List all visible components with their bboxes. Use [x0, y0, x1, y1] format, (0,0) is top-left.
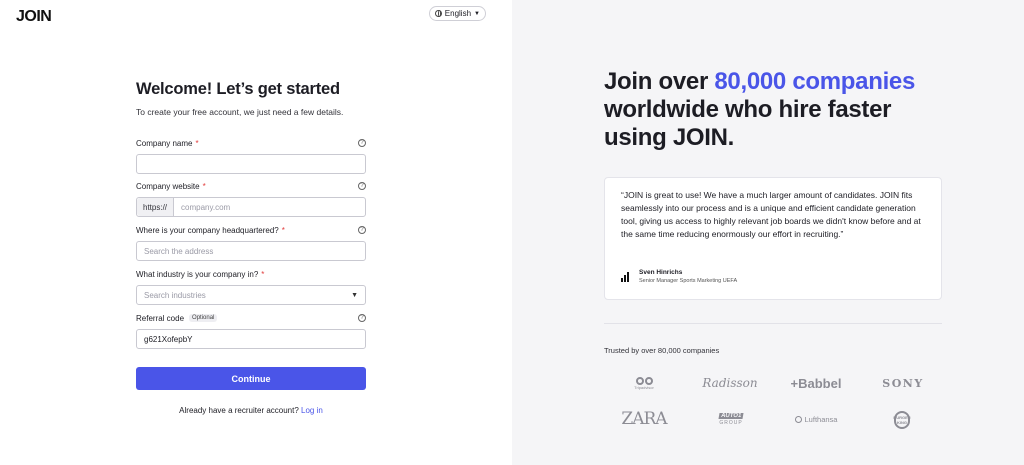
tripadvisor-text: Tripadvisor: [634, 384, 654, 390]
headline-text: Join over: [604, 68, 715, 95]
trusted-label: Trusted by over 80,000 companies: [604, 346, 720, 355]
auto1-group-text: GROUP: [719, 419, 743, 426]
website-placeholder: company.com: [181, 202, 231, 212]
language-selector[interactable]: English ▼: [429, 6, 486, 21]
testimonial-card: “JOIN is great to use! We have a much la…: [604, 177, 942, 300]
company-website-label: Company website: [136, 181, 200, 191]
divider: [604, 323, 942, 324]
company-website-input[interactable]: https:// company.com: [136, 197, 366, 217]
signup-panel: JOIN English ▼ Welcome! Let’s get starte…: [0, 0, 512, 465]
headquarters-label: Where is your company headquartered?: [136, 225, 279, 235]
help-icon[interactable]: ?: [358, 182, 366, 190]
lufthansa-text: Lufthansa: [804, 414, 838, 424]
login-prompt: Already have a recruiter account? Log in: [136, 406, 366, 415]
author-role: Senior Manager Sports Marketing UEFA: [639, 278, 738, 284]
globe-icon: [435, 10, 442, 17]
babbel-logo: +Babbel: [790, 375, 842, 391]
headline-text-end: worldwide who hire faster using JOIN.: [604, 96, 892, 151]
auto1-logo: AUTO1 GROUP: [714, 408, 748, 430]
tripadvisor-logo: Tripadvisor: [628, 372, 660, 394]
referral-field: Referral code Optional ? g621XofepbY: [136, 313, 366, 349]
industry-field: What industry is your company in? * Sear…: [136, 269, 366, 305]
continue-button[interactable]: Continue: [136, 367, 366, 390]
author-name: Sven Hinrichs: [639, 269, 683, 276]
company-name-input[interactable]: [136, 154, 366, 174]
login-prompt-text: Already have a recruiter account?: [179, 406, 299, 415]
language-label: English: [444, 9, 472, 18]
bk-text-bottom: KING: [897, 420, 907, 425]
crane-icon: [794, 415, 802, 423]
url-prefix: https://: [137, 198, 175, 216]
burger-king-logo: BURGER KING: [890, 408, 914, 432]
referral-code-input[interactable]: g621XofepbY: [136, 329, 366, 349]
help-icon[interactable]: ?: [358, 314, 366, 322]
page-title: Welcome! Let’s get started: [136, 80, 340, 98]
radisson-logo: Radisson: [702, 376, 758, 390]
signup-form-header: Welcome! Let’s get started To create you…: [136, 80, 366, 117]
headline-highlight: 80,000 companies: [714, 68, 916, 95]
headquarters-field: Where is your company headquartered? * ?…: [136, 225, 366, 261]
auto1-text: AUTO1: [718, 412, 744, 419]
testimonial-quote: “JOIN is great to use! We have a much la…: [621, 190, 921, 239]
required-mark: *: [195, 138, 199, 148]
required-mark: *: [261, 269, 265, 279]
page-subtitle: To create your free account, we just nee…: [136, 107, 344, 117]
help-icon[interactable]: ?: [358, 226, 366, 234]
caret-down-icon: ▼: [474, 10, 480, 17]
promo-headline: Join over 80,000 companies worldwide who…: [604, 68, 944, 152]
login-link[interactable]: Log in: [301, 406, 323, 415]
join-logo[interactable]: JOIN: [16, 8, 52, 26]
help-icon[interactable]: ?: [358, 139, 366, 147]
industry-label: What industry is your company in?: [136, 269, 259, 279]
sony-logo: SONY: [882, 376, 924, 390]
company-name-label: Company name: [136, 138, 193, 148]
required-mark: *: [202, 181, 206, 191]
lufthansa-logo: Lufthansa: [786, 410, 846, 428]
company-website-field: Company website * ? https:// company.com: [136, 181, 366, 217]
required-mark: *: [281, 225, 285, 235]
address-search-input[interactable]: Search the address: [136, 241, 366, 261]
dropdown-arrow-icon: ▼: [351, 291, 358, 299]
adidas-logo-icon: [621, 271, 631, 282]
zara-logo: ZARA: [621, 409, 667, 429]
referral-label: Referral code: [136, 313, 185, 323]
testimonial-author: Sven Hinrichs Senior Manager Sports Mark…: [621, 269, 737, 284]
optional-badge: Optional: [189, 314, 218, 322]
company-name-field: Company name * ?: [136, 138, 366, 174]
industry-placeholder: Search industries: [144, 290, 206, 300]
industry-select[interactable]: Search industries ▼: [136, 285, 366, 305]
